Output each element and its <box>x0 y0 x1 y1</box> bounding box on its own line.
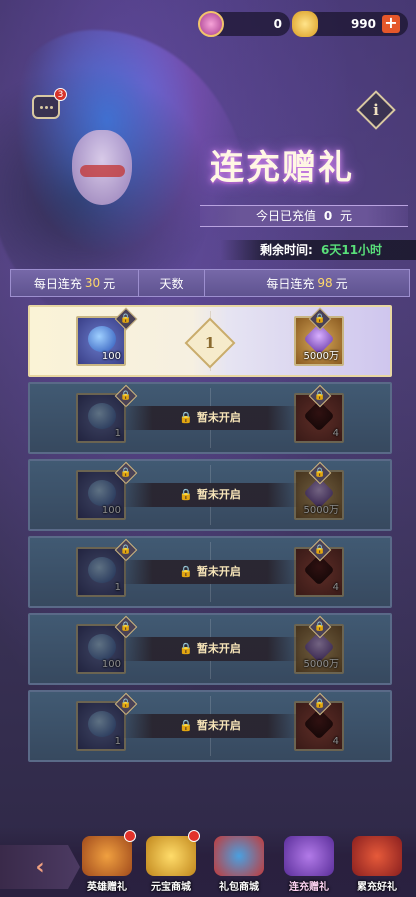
notification-dot <box>124 830 136 842</box>
item-qty: 5000万 <box>303 505 339 516</box>
nav-label: 英雄赠礼 <box>87 882 127 893</box>
item-qty: 5000万 <box>303 659 339 670</box>
day-badge: 1 <box>184 317 236 369</box>
header-amount: 98 <box>317 276 333 290</box>
header-unit: 元 <box>335 276 348 291</box>
padlock-icon: 🔒 <box>179 642 193 655</box>
recharged-unit: 元 <box>340 209 353 223</box>
header-unit: 元 <box>103 276 116 291</box>
recharged-amount: 0 <box>323 209 333 223</box>
back-arrow-icon: ‹ <box>35 854 45 880</box>
nav-hero-gift[interactable]: 英雄赠礼 <box>76 830 138 893</box>
jade-currency: 0 <box>198 11 290 37</box>
locked-text: 暂未开启 <box>196 411 241 424</box>
reward-rows: 100 🔒 1 5000万 🔒 1 🔒 4 🔒 🔒 暂未开启 100 🔒 500… <box>28 305 392 767</box>
reward-row[interactable]: 1 🔒 4 🔒 🔒 暂未开启 <box>28 382 392 454</box>
locked-banner: 🔒 暂未开启 <box>120 483 300 507</box>
ingot-value: 990 <box>350 17 376 31</box>
header-prefix: 每日连充 <box>266 276 315 291</box>
currency-bar: 0 990 + <box>198 10 408 38</box>
recharged-label: 今日已充值 <box>255 209 316 223</box>
reward-row[interactable]: 100 🔒 5000万 🔒 🔒 暂未开启 <box>28 459 392 531</box>
item-qty: 100 <box>101 659 121 670</box>
jade-orb-icon <box>88 634 116 660</box>
ingot-shop-icon <box>146 836 196 876</box>
padlock-icon: 🔒 <box>179 565 193 578</box>
nav-ingot-shop[interactable]: 元宝商城 <box>140 830 202 893</box>
jade-orb-icon <box>88 711 116 737</box>
time-left-label: 剩余时间: <box>260 243 313 257</box>
header-days: 天数 <box>139 270 205 296</box>
column-header: 每日连充 30 元 天数 每日连充 98 元 <box>10 269 410 297</box>
chat-dot <box>44 105 48 109</box>
gift-pack-shop-icon <box>214 836 264 876</box>
header-amount: 30 <box>84 276 101 290</box>
event-title: 连充赠礼 <box>210 148 354 188</box>
cumulative-recharge-icon <box>352 836 402 876</box>
jade-orb-icon <box>88 557 116 583</box>
padlock-icon: 🔒 <box>179 719 193 732</box>
padlock-icon: 🔒 <box>179 488 193 501</box>
reward-row[interactable]: 100 🔒 1 5000万 🔒 <box>28 305 392 377</box>
locked-text: 暂未开启 <box>196 642 241 655</box>
chat-badge: 3 <box>54 88 67 101</box>
locked-banner: 🔒 暂未开启 <box>120 406 300 430</box>
time-remaining: 剩余时间: 6天11小时 <box>220 240 416 260</box>
today-recharged: 今日已充值 0 元 <box>200 205 408 227</box>
reward-row[interactable]: 1 🔒 4 🔒 🔒 暂未开启 <box>28 536 392 608</box>
info-icon: i <box>373 101 379 119</box>
jade-orb-icon <box>88 480 116 506</box>
nav-label: 连充赠礼 <box>289 882 329 893</box>
item-qty: 4 <box>332 582 339 593</box>
day-number: 1 <box>204 334 216 352</box>
item-qty: 4 <box>332 736 339 747</box>
gold-ingot-icon <box>292 11 318 37</box>
consecutive-recharge-icon <box>284 836 334 876</box>
item-qty: 4 <box>332 428 339 439</box>
padlock-icon: 🔒 <box>179 411 193 424</box>
item-qty: 100 <box>101 351 121 362</box>
chat-dot <box>39 105 43 109</box>
header-prefix: 每日连充 <box>33 276 82 291</box>
item-qty: 5000万 <box>303 351 339 362</box>
jade-orb-icon <box>88 326 116 352</box>
time-left-value: 6天11小时 <box>321 243 383 257</box>
hero-mask <box>80 165 125 177</box>
locked-banner: 🔒 暂未开启 <box>120 560 300 584</box>
reward-row[interactable]: 1 🔒 4 🔒 🔒 暂未开启 <box>28 690 392 762</box>
add-currency-button[interactable]: + <box>382 15 400 33</box>
locked-banner: 🔒 暂未开启 <box>120 637 300 661</box>
locked-text: 暂未开启 <box>196 488 241 501</box>
event-screen: 0 990 + 3 i 连充赠礼 今日已充值 0 元 剩余时间: 6天11小时 … <box>0 0 416 897</box>
notification-dot <box>188 830 200 842</box>
chat-dot <box>49 105 53 109</box>
nav-label: 礼包商城 <box>219 882 259 893</box>
jade-orb-icon <box>88 403 116 429</box>
item-qty: 100 <box>101 505 121 516</box>
jade-coin-icon <box>198 11 224 37</box>
bottom-nav: ‹ 英雄赠礼 元宝商城 礼包商城 连充赠礼 累充好礼 <box>0 827 416 897</box>
header-daily-98: 每日连充 98 元 <box>205 270 409 296</box>
nav-consecutive-recharge[interactable]: 连充赠礼 <box>278 836 340 893</box>
hero-gift-icon <box>82 836 132 876</box>
locked-text: 暂未开启 <box>196 565 241 578</box>
reward-row[interactable]: 100 🔒 5000万 🔒 🔒 暂未开启 <box>28 613 392 685</box>
locked-banner: 🔒 暂未开启 <box>120 714 300 738</box>
nav-label: 累充好礼 <box>357 882 397 893</box>
ingot-currency: 990 + <box>292 11 408 37</box>
info-button[interactable]: i <box>356 90 396 130</box>
header-daily-30: 每日连充 30 元 <box>11 270 139 296</box>
jade-value: 0 <box>273 17 282 31</box>
back-button[interactable]: ‹ <box>0 845 80 889</box>
nav-label: 元宝商城 <box>151 882 191 893</box>
nav-gift-pack-shop[interactable]: 礼包商城 <box>208 836 270 893</box>
nav-cumulative-recharge[interactable]: 累充好礼 <box>346 836 408 893</box>
locked-text: 暂未开启 <box>196 719 241 732</box>
